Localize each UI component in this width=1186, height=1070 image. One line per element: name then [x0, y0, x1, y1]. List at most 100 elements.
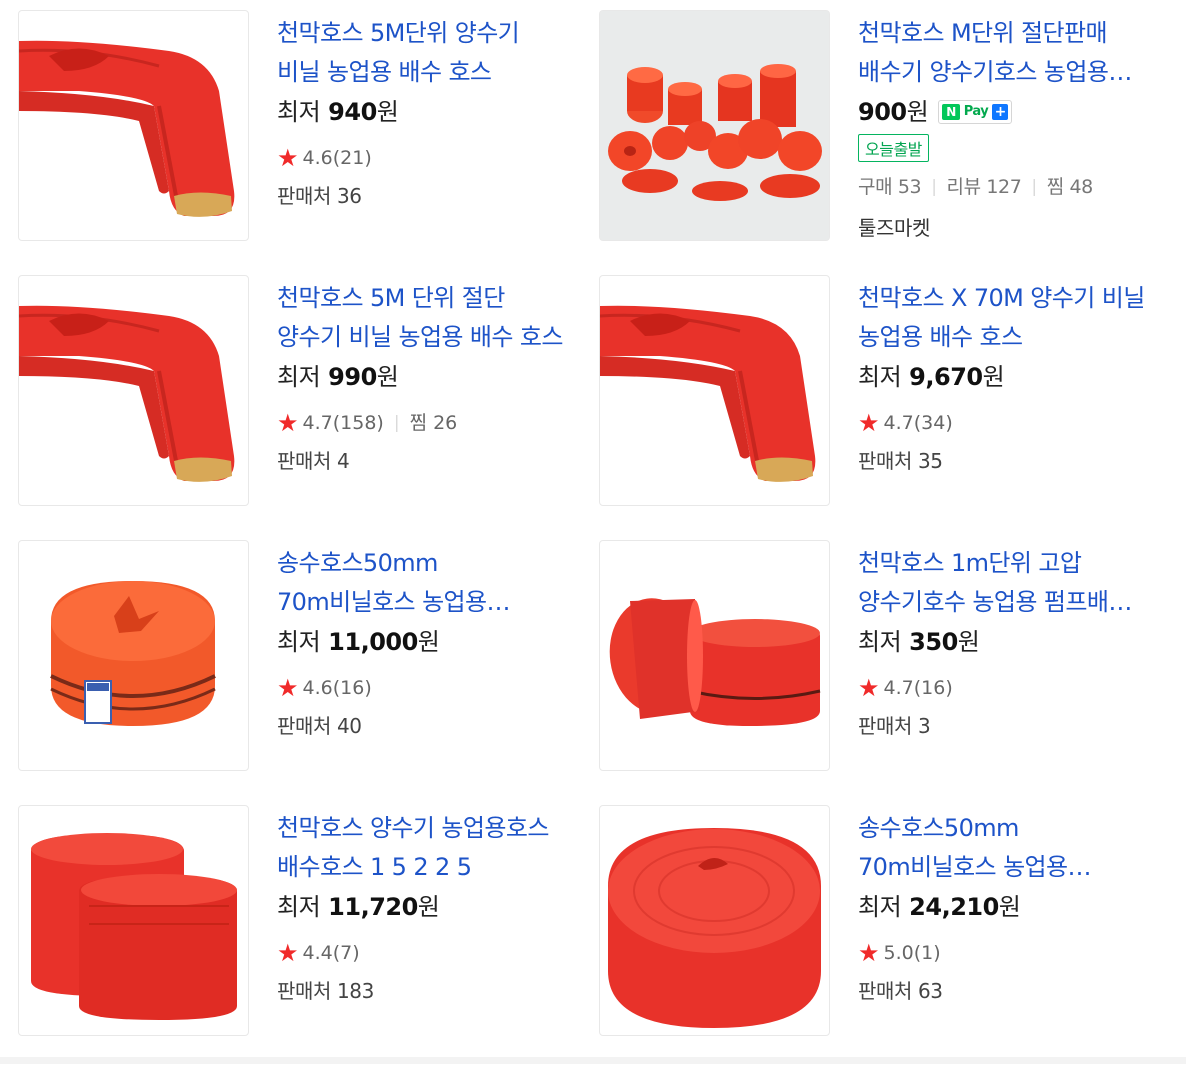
seller-count[interactable]: 판매처 36 — [277, 181, 567, 211]
seller-value: 63 — [917, 979, 943, 1003]
product-thumbnail[interactable] — [18, 275, 249, 506]
product-info: 천막호스 5M단위 양수기 비닐 농업용 배수 호스 최저 940 원 ★ 4.6(… — [277, 10, 567, 275]
seller-label: 판매처 — [858, 714, 912, 738]
star-icon: ★ — [277, 674, 299, 702]
product-rating: ★ 4.6 (16) — [277, 675, 567, 701]
product-card[interactable]: 천막호스 양수기 농업용호스 배수호스 1 5 2 2 5 최저 11,720 원 … — [18, 805, 599, 1070]
price-label: 최저 — [858, 628, 902, 656]
purchase-count: 53 — [897, 176, 922, 198]
two-hose-rolls-icon — [609, 598, 821, 726]
naver-n-icon: N — [942, 104, 960, 120]
product-title[interactable]: 송수호스50mm 70m비닐호스 농업용 급수양수배수 호스 — [277, 544, 567, 622]
price-currency: 원 — [998, 893, 1021, 921]
seller-label: 판매처 — [277, 979, 331, 1003]
review-count: (7) — [332, 942, 360, 964]
product-thumbnail[interactable] — [599, 540, 830, 771]
product-card[interactable]: 천막호스 X 70M 양수기 비닐 농업용 배수 호스 최저 9,670 원 ★ 4… — [599, 275, 1180, 540]
star-icon: ★ — [858, 409, 880, 437]
product-info: 송수호스50mm 70m비닐호스 농업용 급수양수배수 호스 최저11,000원… — [277, 540, 567, 805]
product-rating: ★ 4.7 (158) | 찜 26 — [277, 410, 567, 436]
product-title[interactable]: 천막호스 양수기 농업용호스 배수호스 1 5 2 2 5 — [277, 809, 567, 887]
product-thumbnail[interactable] — [599, 275, 830, 506]
seller-name[interactable]: 툴즈마켓 — [858, 212, 1148, 241]
product-card[interactable]: 천막호스 5M 단위 절단 양수기 비닐 농업용 배수 호스 최저 990 원 ★ … — [18, 275, 599, 540]
review-count: (21) — [332, 147, 372, 169]
product-thumbnail[interactable] — [18, 805, 249, 1036]
product-card[interactable]: 천막호스 1m단위 고압 양수기호수 농업용 펌프배수 배... 최저350원 … — [599, 540, 1180, 805]
product-rating: ★ 4.7 (34) — [858, 410, 1148, 436]
product-info: 천막호스 X 70M 양수기 비닐 농업용 배수 호스 최저 9,670 원 ★ 4… — [858, 275, 1148, 540]
flat-hose-icon — [600, 305, 816, 482]
product-thumbnail[interactable] — [599, 10, 830, 241]
wish-count: 26 — [433, 412, 458, 434]
seller-label: 판매처 — [277, 449, 331, 473]
seller-count[interactable]: 판매처 183 — [277, 976, 567, 1006]
price-value: 350 — [909, 628, 958, 656]
price-label: 최저 — [858, 893, 902, 921]
product-rating: ★ 4.4 (7) — [277, 940, 567, 966]
wish-label: 찜 — [1046, 176, 1064, 198]
product-price: 최저 940 원 — [277, 94, 567, 130]
product-price: 900 원 N Pay + — [858, 94, 1148, 130]
product-thumbnail[interactable] — [599, 805, 830, 1036]
price-label: 최저 — [277, 893, 321, 921]
product-price: 최저 9,670 원 — [858, 359, 1148, 395]
product-card[interactable]: 송수호스50mm 70m비닐호스 농업용 급수양수배수 호스 최저11,000원… — [18, 540, 599, 805]
product-rating: ★ 5.0 (1) — [858, 940, 1148, 966]
product-info: 천막호스 5M 단위 절단 양수기 비닐 농업용 배수 호스 최저 990 원 ★ … — [277, 275, 567, 540]
product-title[interactable]: 천막호스 5M 단위 절단 양수기 비닐 농업용 배수 호스 — [277, 279, 567, 357]
divider: | — [931, 177, 937, 197]
price-label: 최저 — [277, 363, 321, 391]
today-shipping-badge: 오늘출발 — [858, 134, 929, 162]
two-red-rolls-icon — [31, 833, 237, 1020]
product-info: 천막호스 M단위 절단판매 배수기 양수기호스 농업용 펌... 900원 NP… — [858, 10, 1148, 275]
rating-value: 4.6 — [302, 677, 333, 699]
product-price: 최저 24,210 원 — [858, 889, 1148, 925]
seller-value: 3 — [917, 714, 931, 738]
plus-icon: + — [992, 104, 1009, 120]
price-value: 11,720 — [328, 893, 418, 921]
product-title[interactable]: 천막호스 5M단위 양수기 비닐 농업용 배수 호스 — [277, 14, 567, 92]
flat-hose-icon — [19, 40, 235, 217]
product-title[interactable]: 천막호스 M단위 절단판매 배수기 양수기호스 농업용 펌... — [858, 14, 1148, 92]
product-card[interactable]: 송수호스50mm 70m비닐호스 농업용 급수양수배수 호스 최저24,210원… — [599, 805, 1180, 1070]
wish-count: 48 — [1069, 176, 1093, 198]
seller-count[interactable]: 판매처 63 — [858, 976, 1148, 1006]
seller-count[interactable]: 판매처 40 — [277, 711, 567, 741]
product-title[interactable]: 천막호스 1m단위 고압 양수기호수 농업용 펌프배수 배... — [858, 544, 1148, 622]
rating-value: 5.0 — [883, 942, 914, 964]
product-grid: 천막호스 5M단위 양수기 비닐 농업용 배수 호스 최저 940 원 ★ 4.6(… — [18, 10, 1180, 1070]
star-icon: ★ — [277, 409, 299, 437]
rating-value: 4.6 — [302, 147, 333, 169]
price-value: 11,000 — [328, 628, 418, 656]
price-value: 940 — [328, 98, 377, 126]
product-thumbnail[interactable] — [18, 540, 249, 771]
product-price: 최저 990 원 — [277, 359, 567, 395]
product-stats: 구매 53 | 리뷰 127 | 찜 48 — [858, 174, 1148, 200]
price-currency: 원 — [376, 98, 399, 126]
product-card[interactable]: 천막호스 M단위 절단판매 배수기 양수기호스 농업용 펌... 900원 NP… — [599, 10, 1180, 275]
review-count: 127 — [986, 176, 1022, 198]
product-info: 천막호스 양수기 농업용호스 배수호스 1 5 2 2 5 최저 11,720 원 … — [277, 805, 567, 1070]
seller-count[interactable]: 판매처 4 — [277, 446, 567, 476]
seller-count[interactable]: 판매처 3 — [858, 711, 1148, 741]
price-label: 최저 — [277, 628, 321, 656]
orange-hose-roll-icon — [50, 581, 216, 726]
section-divider — [0, 1057, 1186, 1064]
price-label: 최저 — [858, 363, 902, 391]
product-title[interactable]: 천막호스 X 70M 양수기 비닐 농업용 배수 호스 — [858, 279, 1148, 357]
review-count: (16) — [332, 677, 372, 699]
product-title[interactable]: 송수호스50mm 70m비닐호스 농업용 급수양수배수 호스 — [858, 809, 1148, 887]
product-info: 송수호스50mm 70m비닐호스 농업용 급수양수배수 호스 최저24,210원… — [858, 805, 1148, 1070]
product-thumbnail[interactable] — [18, 10, 249, 241]
product-card[interactable]: 천막호스 5M단위 양수기 비닐 농업용 배수 호스 최저 940 원 ★ 4.6(… — [18, 10, 599, 275]
seller-count[interactable]: 판매처 35 — [858, 446, 1148, 476]
product-price: 최저 11,720 원 — [277, 889, 567, 925]
product-price: 최저 350 원 — [858, 624, 1148, 660]
review-count: (34) — [913, 412, 953, 434]
seller-value: 4 — [336, 449, 350, 473]
seller-label: 판매처 — [277, 184, 331, 208]
seller-value: 183 — [336, 979, 374, 1003]
purchase-label: 구매 — [858, 176, 893, 198]
review-label: 리뷰 — [946, 176, 982, 198]
